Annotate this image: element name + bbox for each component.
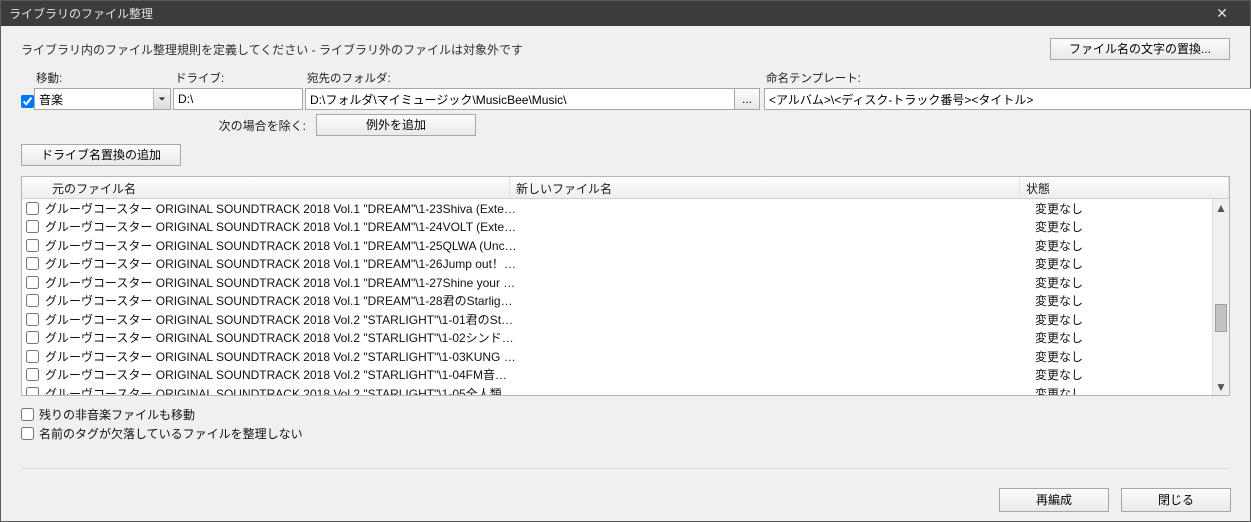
skip-missing-tags-label: 名前のタグが欠落しているファイルを整理しない <box>39 425 303 442</box>
cell-original: グルーヴコースター ORIGINAL SOUNDTRACK 2018 Vol.2… <box>45 366 525 383</box>
row-checkbox[interactable] <box>26 220 39 233</box>
col-new[interactable]: 新しいファイル名 <box>510 177 1020 198</box>
scroll-thumb[interactable] <box>1215 304 1227 332</box>
skip-missing-tags-row[interactable]: 名前のタグが欠落しているファイルを整理しない <box>21 425 1230 442</box>
table-row[interactable]: グルーヴコースター ORIGINAL SOUNDTRACK 2018 Vol.1… <box>22 273 1229 292</box>
table-row[interactable]: グルーヴコースター ORIGINAL SOUNDTRACK 2018 Vol.2… <box>22 347 1229 366</box>
cell-original: グルーヴコースター ORIGINAL SOUNDTRACK 2018 Vol.2… <box>45 385 525 395</box>
cell-original: グルーヴコースター ORIGINAL SOUNDTRACK 2018 Vol.1… <box>45 237 525 254</box>
cell-original: グルーヴコースター ORIGINAL SOUNDTRACK 2018 Vol.1… <box>45 292 525 309</box>
cell-status: 変更なし <box>1035 255 1229 272</box>
drive-input[interactable]: D:\ <box>173 88 303 110</box>
cell-status: 変更なし <box>1035 274 1229 291</box>
move-value: 音楽 <box>35 91 153 108</box>
cell-original: グルーヴコースター ORIGINAL SOUNDTRACK 2018 Vol.1… <box>45 200 525 217</box>
dest-value: D:\フォルダ\マイミュージック\MusicBee\Music\ <box>306 91 734 108</box>
table-row[interactable]: グルーヴコースター ORIGINAL SOUNDTRACK 2018 Vol.2… <box>22 384 1229 395</box>
cell-status: 変更なし <box>1035 366 1229 383</box>
table-row[interactable]: グルーヴコースター ORIGINAL SOUNDTRACK 2018 Vol.2… <box>22 366 1229 385</box>
template-value: <アルバム>\<ディスク-トラック番号><タイトル> <box>765 91 1251 108</box>
cell-original: グルーヴコースター ORIGINAL SOUNDTRACK 2018 Vol.1… <box>45 274 525 291</box>
filename-replace-button[interactable]: ファイル名の文字の置換... <box>1050 38 1230 60</box>
row-checkbox[interactable] <box>26 350 39 363</box>
move-nonmusic-row[interactable]: 残りの非音楽ファイルも移動 <box>21 406 1230 423</box>
table-body: グルーヴコースター ORIGINAL SOUNDTRACK 2018 Vol.1… <box>22 199 1229 395</box>
row-checkbox[interactable] <box>26 294 39 307</box>
titlebar: ライブラリのファイル整理 ✕ <box>1 1 1250 26</box>
instruction-text: ライブラリ内のファイル整理規則を定義してください - ライブラリ外のファイルは対… <box>21 41 523 58</box>
cell-status: 変更なし <box>1035 348 1229 365</box>
move-label: 移動: <box>34 70 171 86</box>
add-exception-button[interactable]: 例外を追加 <box>316 114 476 136</box>
skip-missing-tags-checkbox[interactable] <box>21 427 34 440</box>
table-row[interactable]: グルーヴコースター ORIGINAL SOUNDTRACK 2018 Vol.1… <box>22 236 1229 255</box>
table-row[interactable]: グルーヴコースター ORIGINAL SOUNDTRACK 2018 Vol.1… <box>22 218 1229 237</box>
table-header: 元のファイル名 新しいファイル名 状態 <box>22 177 1229 199</box>
drive-value: D:\ <box>174 92 302 106</box>
chevron-down-icon[interactable] <box>153 89 170 109</box>
row-checkbox[interactable] <box>26 368 39 381</box>
row-checkbox[interactable] <box>26 331 39 344</box>
table-row[interactable]: グルーヴコースター ORIGINAL SOUNDTRACK 2018 Vol.1… <box>22 292 1229 311</box>
vertical-scrollbar[interactable]: ▲ ▼ <box>1212 199 1229 395</box>
table-row[interactable]: グルーヴコースター ORIGINAL SOUNDTRACK 2018 Vol.2… <box>22 310 1229 329</box>
row-checkbox[interactable] <box>26 239 39 252</box>
cell-status: 変更なし <box>1035 218 1229 235</box>
close-icon[interactable]: ✕ <box>1202 5 1242 22</box>
cell-status: 変更なし <box>1035 329 1229 346</box>
cell-original: グルーヴコースター ORIGINAL SOUNDTRACK 2018 Vol.2… <box>45 348 525 365</box>
reorganize-button[interactable]: 再編成 <box>999 488 1109 512</box>
move-combo[interactable]: 音楽 <box>34 88 171 110</box>
dest-browse-button[interactable]: ... <box>735 88 760 110</box>
table-row[interactable]: グルーヴコースター ORIGINAL SOUNDTRACK 2018 Vol.1… <box>22 255 1229 274</box>
cell-status: 変更なし <box>1035 385 1229 395</box>
preview-table: 元のファイル名 新しいファイル名 状態 グルーヴコースター ORIGINAL S… <box>21 176 1230 396</box>
move-nonmusic-label: 残りの非音楽ファイルも移動 <box>39 406 195 423</box>
table-row[interactable]: グルーヴコースター ORIGINAL SOUNDTRACK 2018 Vol.1… <box>22 199 1229 218</box>
col-original[interactable]: 元のファイル名 <box>46 177 510 198</box>
scroll-down-icon[interactable]: ▼ <box>1213 378 1229 395</box>
close-button[interactable]: 閉じる <box>1121 488 1231 512</box>
cell-status: 変更なし <box>1035 237 1229 254</box>
row-checkbox[interactable] <box>26 313 39 326</box>
drive-label: ドライブ: <box>173 70 303 86</box>
cell-status: 変更なし <box>1035 200 1229 217</box>
cell-original: グルーヴコースター ORIGINAL SOUNDTRACK 2018 Vol.2… <box>45 329 525 346</box>
row-checkbox[interactable] <box>26 387 39 395</box>
window-title: ライブラリのファイル整理 <box>9 5 153 22</box>
dest-input[interactable]: D:\フォルダ\マイミュージック\MusicBee\Music\ <box>305 88 735 110</box>
cell-status: 変更なし <box>1035 311 1229 328</box>
cell-original: グルーヴコースター ORIGINAL SOUNDTRACK 2018 Vol.2… <box>45 311 525 328</box>
cell-status: 変更なし <box>1035 292 1229 309</box>
row-checkbox[interactable] <box>26 202 39 215</box>
cell-original: グルーヴコースター ORIGINAL SOUNDTRACK 2018 Vol.1… <box>45 218 525 235</box>
row-checkbox[interactable] <box>26 276 39 289</box>
move-nonmusic-checkbox[interactable] <box>21 408 34 421</box>
row-checkbox[interactable] <box>26 257 39 270</box>
template-input[interactable]: <アルバム>\<ディスク-トラック番号><タイトル> <box>764 88 1251 110</box>
scroll-up-icon[interactable]: ▲ <box>1213 199 1229 216</box>
cell-original: グルーヴコースター ORIGINAL SOUNDTRACK 2018 Vol.1… <box>45 255 525 272</box>
col-status[interactable]: 状態 <box>1020 177 1229 198</box>
except-label: 次の場合を除く: <box>21 117 316 134</box>
table-row[interactable]: グルーヴコースター ORIGINAL SOUNDTRACK 2018 Vol.2… <box>22 329 1229 348</box>
add-drive-replace-button[interactable]: ドライブ名置換の追加 <box>21 144 181 166</box>
dest-label: 宛先のフォルダ: <box>305 70 760 86</box>
rule-enabled-checkbox[interactable] <box>21 95 34 108</box>
template-label: 命名テンプレート: <box>764 70 1251 86</box>
